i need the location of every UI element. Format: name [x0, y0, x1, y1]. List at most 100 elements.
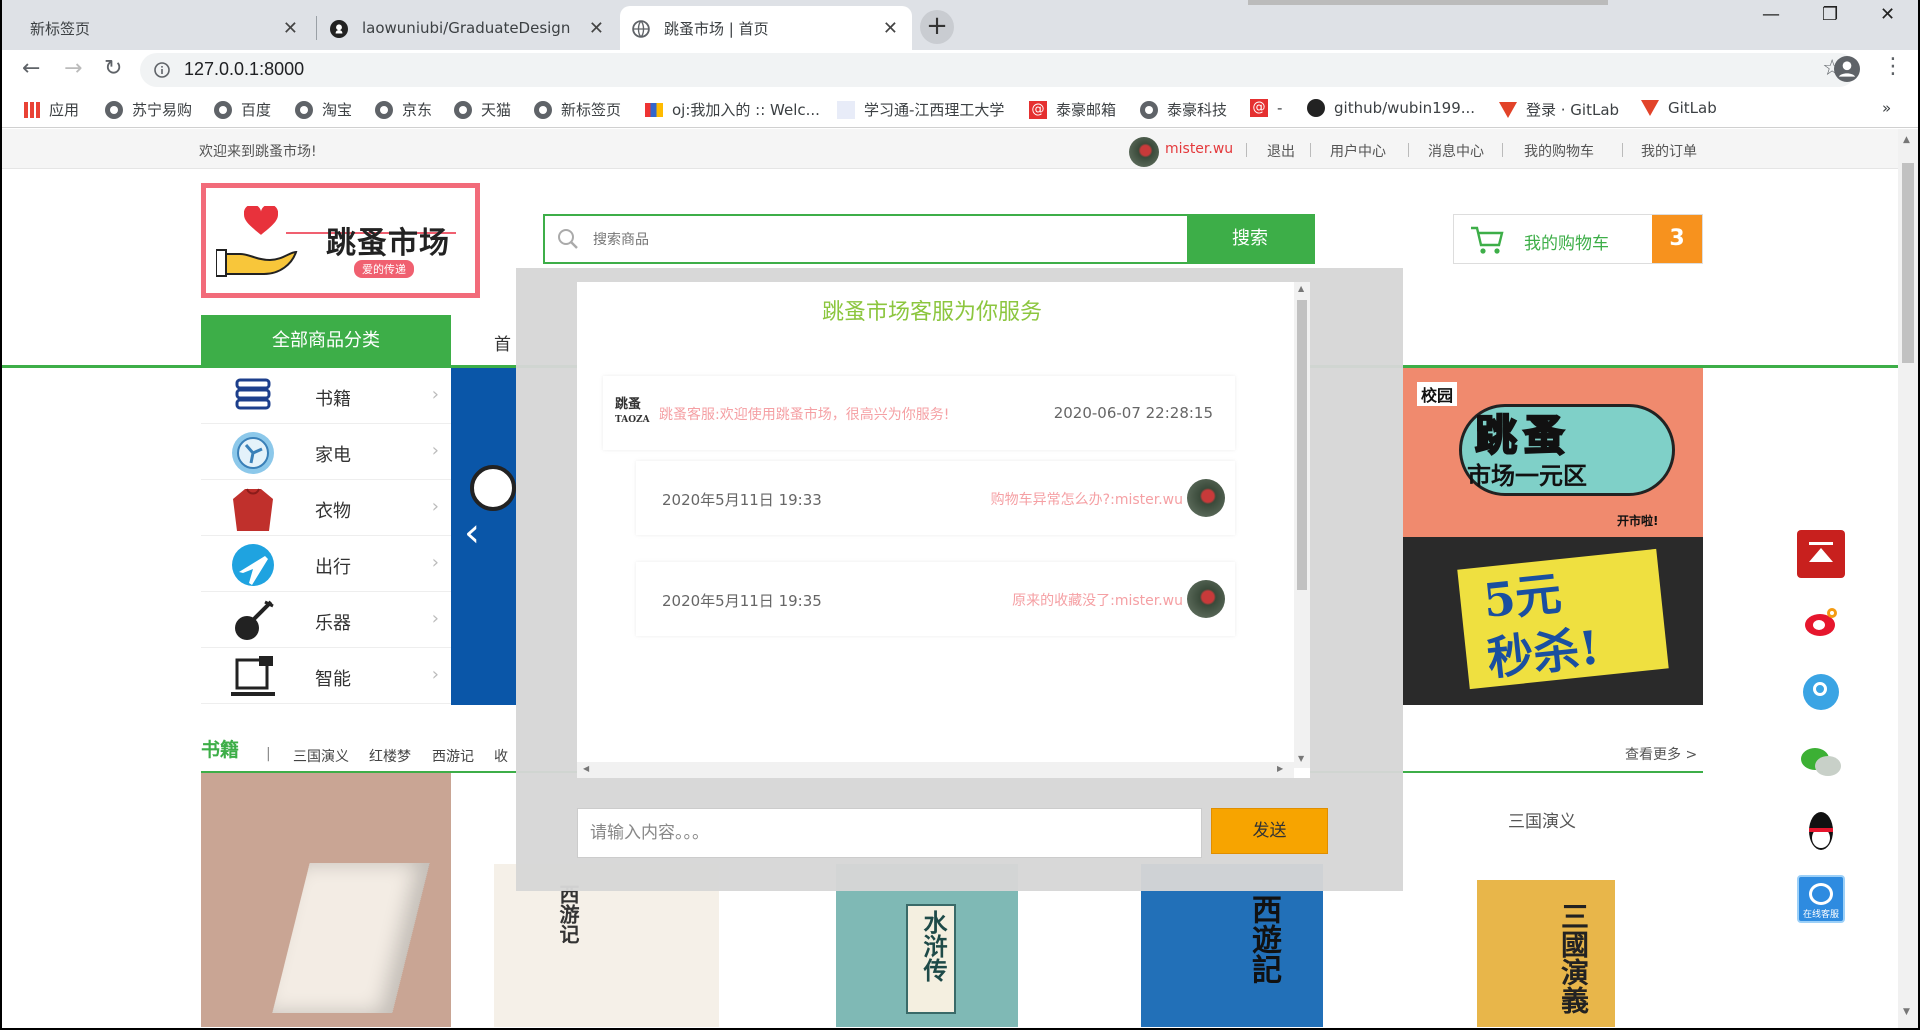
mail-icon: @ — [1029, 100, 1047, 119]
site-topbar: 欢迎来到跳蚤市场! mister.wu 退出 用户中心 消息中心 我的购物车 我… — [2, 129, 1898, 169]
restore-button[interactable]: ❐ — [1822, 4, 1838, 25]
send-button[interactable]: 发送 — [1211, 808, 1328, 854]
scroll-right-icon[interactable]: ▶ — [1277, 764, 1283, 773]
reload-icon[interactable]: ↻ — [104, 56, 122, 81]
scroll-left-icon[interactable]: ◀ — [583, 764, 589, 773]
subcat-honglou[interactable]: 红楼梦 — [369, 746, 411, 766]
qq-icon[interactable] — [1797, 808, 1845, 856]
chevron-right-icon: › — [431, 664, 439, 685]
scroll-up-icon[interactable]: ▲ — [1903, 135, 1910, 145]
bookmark-taobao[interactable]: 淘宝 — [295, 99, 352, 120]
gitlab-icon — [1499, 101, 1517, 118]
minimize-button[interactable]: — — [1762, 4, 1780, 25]
scroll-up-icon[interactable]: ▲ — [1298, 284, 1304, 293]
promo-subtitle: 市场一元区 — [1467, 461, 1587, 490]
tab-flea-market[interactable]: 跳蚤市场 | 首页 ✕ — [620, 6, 912, 50]
category-item-smart[interactable]: 智能 › — [201, 648, 451, 704]
user-center-link[interactable]: 用户中心 — [1330, 141, 1386, 161]
bookmark-github[interactable]: github/wubin199... — [1307, 99, 1475, 117]
promo-tag: 校园 — [1417, 382, 1458, 406]
bookmark-new-tab[interactable]: 新标签页 — [534, 99, 621, 120]
chat-vertical-scrollbar[interactable]: ▲ ▼ — [1294, 282, 1310, 768]
tab-new-tab[interactable]: 新标签页 ✕ — [2, 6, 312, 50]
category-item-instruments[interactable]: 乐器 › — [201, 592, 451, 648]
tab-github[interactable]: laowuniubi/GraduateDesign ✕ — [318, 6, 618, 50]
category-name: 出行 — [315, 557, 351, 578]
scrollbar-thumb[interactable] — [1902, 163, 1914, 363]
github-icon — [330, 20, 348, 38]
weibo-icon[interactable] — [1797, 600, 1845, 648]
close-window-button[interactable]: ✕ — [1880, 4, 1895, 25]
scrollbar-thumb[interactable] — [1297, 300, 1307, 590]
username-link[interactable]: mister.wu — [1165, 141, 1233, 157]
new-tab-button[interactable]: + — [920, 10, 954, 44]
profile-icon[interactable] — [1834, 56, 1860, 82]
bookmarks-overflow[interactable]: » — [1882, 99, 1891, 117]
chat-horizontal-scrollbar[interactable]: ◀ ▶ — [577, 762, 1294, 778]
logo-text: 跳蚤市场 — [326, 226, 450, 261]
menu-icon[interactable]: ⋮ — [1882, 54, 1904, 79]
chat-input[interactable]: 请输入内容。。。 — [577, 808, 1202, 858]
bookmark-oj[interactable]: oj:我加入的 :: Welc... — [645, 99, 820, 120]
banner-prev-button[interactable]: ‹ — [464, 510, 480, 556]
page-scrollbar[interactable]: ▲ ▼ — [1898, 129, 1918, 1028]
wechat-icon[interactable] — [1797, 738, 1845, 786]
subcat-sanguo[interactable]: 三国演义 — [293, 746, 349, 766]
address-bar[interactable]: 127.0.0.1:8000 ☆ — [140, 53, 1856, 87]
back-to-top-button[interactable] — [1797, 530, 1845, 578]
message-center-link[interactable]: 消息中心 — [1428, 141, 1484, 161]
promo-flash-sale[interactable]: 5元 秒杀! — [1403, 537, 1703, 705]
logout-link[interactable]: 退出 — [1267, 141, 1295, 161]
subcat-more[interactable]: 收 — [494, 746, 508, 766]
scroll-down-icon[interactable]: ▼ — [1298, 754, 1304, 763]
online-service-button[interactable]: 在线客服 — [1797, 875, 1845, 923]
category-item-books[interactable]: 书籍 › — [201, 368, 451, 424]
close-icon[interactable]: ✕ — [883, 18, 898, 39]
my-cart-link[interactable]: 我的购物车 — [1524, 141, 1594, 161]
bookmark-xuexitong[interactable]: 学习通-江西理工大学 — [837, 99, 1004, 120]
message-text: 购物车异常怎么办?:mister.wu — [990, 492, 1183, 508]
site-logo[interactable]: 跳蚤市场 爱的传递 — [201, 183, 480, 298]
bookmark-mail-2[interactable]: @ - — [1250, 99, 1282, 117]
bookmark-gitlab[interactable]: GitLab — [1641, 99, 1717, 117]
bookmark-apps[interactable]: 应用 — [24, 99, 79, 120]
category-item-clothes[interactable]: 衣物 › — [201, 480, 451, 536]
scroll-down-icon[interactable]: ▼ — [1903, 1007, 1910, 1017]
all-categories-button[interactable]: 全部商品分类 — [201, 315, 451, 367]
promo-one-yuan[interactable]: 校园 跳蚤 市场一元区 开市啦! — [1403, 368, 1703, 537]
tab-label: laowuniubi/GraduateDesign — [362, 19, 571, 37]
bookmark-suning[interactable]: 苏宁易购 — [105, 99, 192, 120]
bookmark-tmall[interactable]: 天猫 — [454, 99, 511, 120]
see-more-link[interactable]: 查看更多 > — [1625, 744, 1697, 764]
bookmark-jd[interactable]: 京东 — [375, 99, 432, 120]
qzone-icon[interactable] — [1797, 668, 1845, 716]
category-item-travel[interactable]: 出行 › — [201, 536, 451, 592]
bookmark-gitlab-login[interactable]: 登录 · GitLab — [1499, 99, 1619, 120]
avatar[interactable] — [1129, 137, 1159, 167]
category-list: 书籍 › 家电 › 衣物 › 出行 › 乐器 › 智能 › — [201, 368, 451, 705]
close-icon[interactable]: ✕ — [283, 18, 298, 39]
chat-message-service: 跳蚤 TAOZA 跳蚤客服:欢迎使用跳蚤市场，很高兴为你服务! 2020-06-0… — [603, 376, 1235, 450]
cart-button[interactable]: 我的购物车 3 — [1453, 214, 1703, 264]
bookmark-taihao-mail[interactable]: @ 泰豪邮箱 — [1029, 99, 1116, 120]
separator — [1310, 143, 1311, 157]
my-orders-link[interactable]: 我的订单 — [1641, 141, 1697, 161]
category-item-appliances[interactable]: 家电 › — [201, 424, 451, 480]
cart-label: 我的购物车 — [1524, 234, 1609, 254]
close-icon[interactable]: ✕ — [589, 18, 604, 39]
message-time: 2020年5月11日 19:35 — [662, 592, 822, 610]
back-icon[interactable]: ← — [22, 56, 40, 81]
category-name: 智能 — [315, 669, 351, 690]
books-feature-image[interactable] — [201, 773, 451, 1027]
search-button[interactable]: 搜索 — [1187, 216, 1313, 262]
info-icon[interactable] — [154, 62, 170, 78]
forward-icon[interactable]: → — [64, 56, 82, 81]
banner-carousel[interactable] — [451, 368, 516, 705]
subcat-xiyou[interactable]: 西游记 — [432, 746, 474, 766]
search-input[interactable] — [593, 216, 1171, 262]
bookmark-baidu[interactable]: 百度 — [214, 99, 271, 120]
product-sanguo[interactable]: 三國演義 — [1477, 880, 1615, 1027]
bookmark-taihao-tech[interactable]: 泰豪科技 — [1140, 99, 1227, 120]
nav-home[interactable]: 首 — [494, 330, 511, 355]
airplane-icon — [232, 544, 274, 586]
